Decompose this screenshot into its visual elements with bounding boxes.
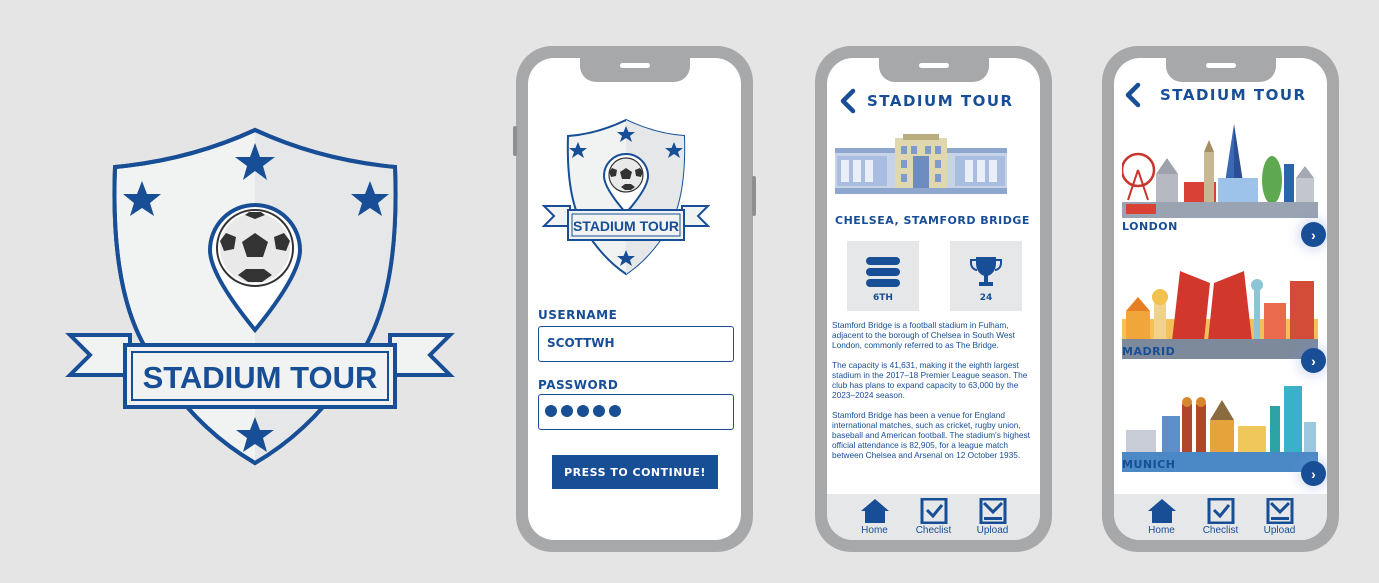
chevron-right-icon[interactable]: › [1301,348,1326,373]
stadium-description: Stamford Bridge is a football stadium in… [832,320,1038,470]
upload-icon [979,498,1006,524]
home-icon [860,499,889,523]
nav-checklist-label: Checlist [1202,525,1239,536]
header: STADIUM TOUR [837,88,1014,114]
login-screen: STADIUM TOUR USERNAME SCOTTWH PASSWORD P… [528,58,741,540]
upload-icon [1266,498,1293,524]
phone-stadium-detail: STADIUM TOUR CHELSEA, STAMFORD BRIDGE 6T… [815,46,1052,552]
nav-home-label: Home [1148,525,1175,536]
bottom-nav: Home Checlist Upload [1114,494,1327,540]
nav-upload-label: Upload [976,525,1009,536]
phone-login: STADIUM TOUR USERNAME SCOTTWH PASSWORD P… [513,46,756,552]
header-title: STADIUM TOUR [867,92,1014,110]
nav-home[interactable]: Home [1134,494,1190,540]
nav-upload[interactable]: Upload [1252,494,1308,540]
description-paragraph: The capacity is 41,631, making it the ei… [832,360,1028,400]
stat-card-trophies: 24 [950,241,1022,311]
cities-screen: STADIUM TOUR LONDON › MADRID › MUNICH › … [1114,58,1327,540]
stat-position-value: 6TH [873,293,893,303]
continue-button[interactable]: PRESS TO CONTINUE! [552,455,718,489]
header-title: STADIUM TOUR [1160,86,1307,104]
nav-upload-label: Upload [1263,525,1296,536]
city-card-madrid[interactable]: MADRID › [1122,263,1326,393]
header: STADIUM TOUR [1122,82,1307,108]
city-card-london[interactable]: LONDON › [1120,122,1326,252]
back-arrow-icon[interactable] [837,88,859,114]
description-paragraph: Stamford Bridge has been a venue for Eng… [832,410,1030,460]
stadium-name: CHELSEA, STAMFORD BRIDGE [835,214,1030,227]
home-icon [1147,499,1176,523]
city-name-london: LONDON [1122,220,1178,233]
stadium-illustration [835,134,1007,194]
checkbox-icon [920,498,947,524]
nav-home-label: Home [861,525,888,536]
stat-trophies-value: 24 [979,293,993,303]
stadium-tour-logo: STADIUM TOUR [60,125,460,470]
city-name-munich: MUNICH [1122,458,1176,471]
password-dots [545,405,621,417]
stadium-screen: STADIUM TOUR CHELSEA, STAMFORD BRIDGE 6T… [827,58,1040,540]
small-logo: STADIUM TOUR [541,118,711,278]
bottom-nav: Home Checlist Upload [827,494,1040,540]
london-skyline-illustration [1120,124,1318,218]
nav-home[interactable]: Home [847,494,903,540]
stack-icon [866,257,900,287]
nav-checklist[interactable]: Checlist [906,494,962,540]
back-arrow-icon[interactable] [1122,82,1144,108]
username-field[interactable]: SCOTTWH [538,326,734,362]
nav-checklist-label: Checlist [915,525,952,536]
nav-upload[interactable]: Upload [965,494,1021,540]
stat-card-position: 6TH [847,241,919,311]
username-value: SCOTTWH [547,336,615,350]
trophy-icon [970,257,1002,286]
city-name-madrid: MADRID [1122,345,1176,358]
username-label: USERNAME [538,308,618,322]
chevron-right-icon[interactable]: › [1301,461,1326,486]
small-logo-text: STADIUM TOUR [573,218,679,234]
password-field[interactable] [538,394,734,430]
phone-cities: STADIUM TOUR LONDON › MADRID › MUNICH › … [1102,46,1339,552]
password-label: PASSWORD [538,378,619,392]
description-paragraph: Stamford Bridge is a football stadium in… [832,320,1015,350]
checkbox-icon [1207,498,1234,524]
nav-checklist[interactable]: Checlist [1193,494,1249,540]
city-card-munich[interactable]: MUNICH › [1122,376,1326,506]
chevron-right-icon[interactable]: › [1301,222,1326,247]
logo-text: STADIUM TOUR [143,360,378,395]
